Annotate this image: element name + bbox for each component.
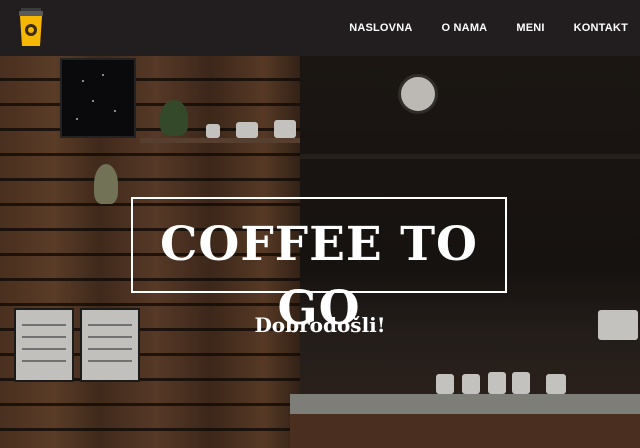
navbar: NASLOVNA O NAMA MENI KONTAKT bbox=[0, 0, 640, 56]
nav-meni[interactable]: MENI bbox=[516, 22, 544, 34]
nav-naslovna[interactable]: NASLOVNA bbox=[349, 22, 412, 34]
hero-subtitle: Dobrodošli! bbox=[254, 313, 386, 337]
main-nav: NASLOVNA O NAMA MENI KONTAKT bbox=[320, 0, 628, 56]
nav-o-nama[interactable]: O NAMA bbox=[442, 22, 488, 34]
coffee-cup-icon[interactable] bbox=[16, 8, 46, 48]
nav-kontakt[interactable]: KONTAKT bbox=[574, 22, 628, 34]
